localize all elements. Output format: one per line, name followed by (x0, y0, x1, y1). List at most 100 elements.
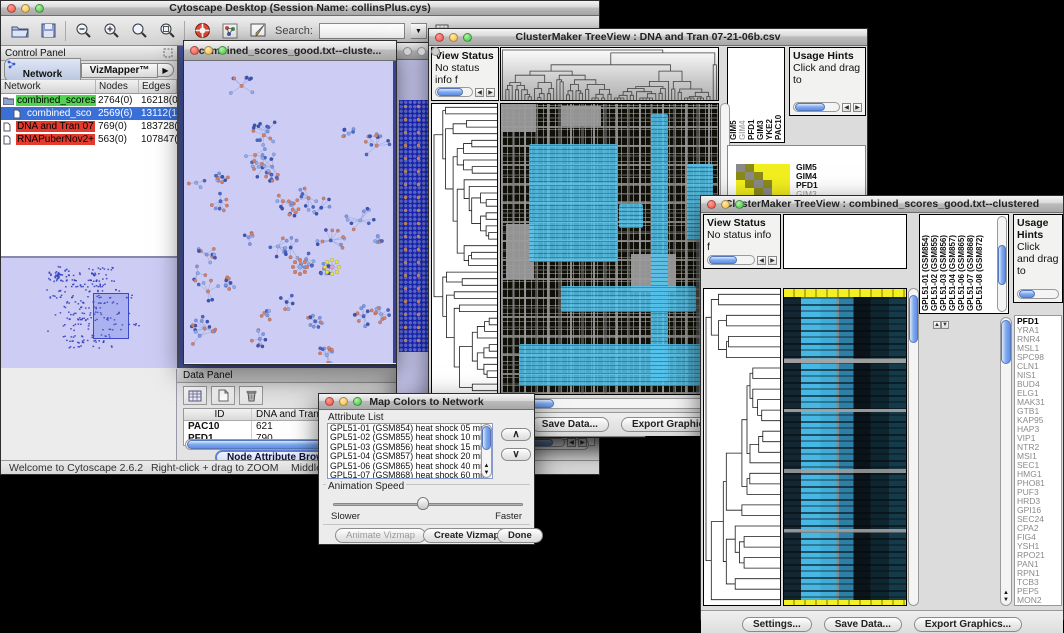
gene-label[interactable]: HRD3 (1017, 497, 1059, 506)
annotation-button[interactable] (247, 21, 269, 41)
main-title-bar[interactable]: Cytoscape Desktop (Session Name: collins… (1, 1, 599, 16)
view-status-scrollbar[interactable] (707, 255, 755, 265)
float-panel-icon[interactable] (163, 48, 173, 58)
zoom-window-icon[interactable] (735, 200, 744, 209)
network-graph[interactable] (184, 61, 394, 363)
scroll-arrows[interactable]: ▲▼ (1001, 590, 1011, 604)
more-tabs-button[interactable]: ▶ (158, 63, 174, 77)
zoom-window-icon[interactable] (35, 4, 44, 13)
done-button[interactable]: Done (497, 528, 543, 543)
tv2-heatmap-vscrollbar[interactable] (908, 288, 919, 606)
save-data-button[interactable]: Save Data... (531, 417, 609, 432)
search-dropdown-button[interactable]: ▼ (411, 23, 427, 39)
gene-label[interactable]: PUF3 (1017, 488, 1059, 497)
usage-hints-scrollbar[interactable] (1017, 289, 1059, 299)
window-controls[interactable] (190, 46, 227, 55)
network-name[interactable]: RNAPuberNov2+ (16, 134, 95, 145)
slider-thumb[interactable] (417, 497, 429, 510)
window-controls[interactable] (435, 33, 472, 42)
column-label[interactable]: PAC10 (774, 50, 783, 140)
column-label[interactable]: GPL51-08 (GSM872) (975, 217, 984, 311)
view-status-scrollbar[interactable] (435, 87, 473, 97)
minimize-icon[interactable] (449, 33, 458, 42)
usage-hints-scrollbar[interactable] (793, 102, 840, 112)
tv1-heatmap[interactable] (500, 103, 719, 395)
gene-label[interactable]: MAK31 (1017, 398, 1059, 407)
window-controls[interactable] (7, 4, 44, 13)
delete-attribute-button[interactable] (239, 386, 263, 405)
gene-label[interactable]: BUD4 (1017, 380, 1059, 389)
attribute-list-scrollbar[interactable]: ▲▼ (481, 424, 492, 478)
scroll-arrows[interactable]: ▲▼ (482, 463, 491, 477)
tv2-row-dendrogram[interactable] (703, 288, 781, 606)
scroll-left-icon[interactable]: ◀ (567, 438, 576, 447)
zoom-window-icon[interactable] (431, 47, 440, 56)
open-session-button[interactable] (9, 21, 31, 41)
scroll-left-icon[interactable]: ◀ (757, 256, 766, 265)
zoom-in-button[interactable] (100, 21, 122, 41)
tv2-heatmap[interactable] (783, 288, 907, 606)
network-table-row[interactable]: DNA and Tran 07769(0)183728(0) (1, 120, 177, 133)
network-name[interactable]: DNA and Tran 07 (16, 121, 95, 132)
settings-button[interactable]: Settings... (742, 617, 812, 632)
gene-label[interactable]: YSH1 (1017, 542, 1059, 551)
gene-label[interactable]: PFD1 (1017, 317, 1059, 326)
column-label[interactable]: GIM4 (738, 50, 747, 140)
column-label[interactable]: GIM3 (756, 50, 765, 140)
zoom-out-button[interactable] (72, 21, 94, 41)
network-table-row[interactable]: RNAPuberNov2+563(0)107847(0) (1, 133, 177, 146)
close-icon[interactable] (190, 46, 199, 55)
gene-label[interactable]: HMG1 (1017, 470, 1059, 479)
gene-label[interactable]: TCB3 (1017, 578, 1059, 587)
zoom-window-icon[interactable] (353, 397, 362, 406)
tab-vizmapper[interactable]: VizMapper™ (81, 63, 158, 78)
gene-label[interactable]: SEC1 (1017, 461, 1059, 470)
gene-label[interactable]: CLN1 (1017, 362, 1059, 371)
gene-label[interactable]: NTR2 (1017, 443, 1059, 452)
column-label[interactable]: GPL51-04 (GSM857) (948, 217, 957, 311)
network-name[interactable]: combined_sco (26, 108, 92, 119)
column-label[interactable]: GPL51-06 (GSM865) (957, 217, 966, 311)
tv1-column-dendrogram[interactable] (500, 47, 719, 101)
window-controls[interactable] (325, 397, 362, 406)
tab-network[interactable]: Network (4, 58, 81, 82)
tv2-title-bar[interactable]: ClusterMaker TreeView : combined_scores_… (701, 196, 1063, 213)
network-canvas[interactable] (184, 61, 396, 363)
scroll-right-icon[interactable]: ▶ (486, 88, 495, 97)
column-label[interactable]: GPL51-02 (GSM855) (930, 217, 939, 311)
gene-label[interactable]: GPI16 (1017, 506, 1059, 515)
save-data-button[interactable]: Save Data... (824, 617, 902, 632)
gene-label[interactable]: KAP95 (1017, 416, 1059, 425)
tv2-gene-list[interactable]: PFD1YRA1RNR4MSL1SPC98CLN1NIS1BUD4ELG1MAK… (1014, 315, 1062, 606)
tv2-column-dendrogram[interactable] (783, 214, 907, 269)
gene-label[interactable]: VIP1 (1017, 434, 1059, 443)
gene-label[interactable]: SEC24 (1017, 515, 1059, 524)
gene-label[interactable]: PFD1 (796, 181, 858, 190)
column-label[interactable]: GPL51-03 (GSM856) (939, 217, 948, 311)
column-label[interactable]: GIM5 (729, 50, 738, 140)
new-attribute-button[interactable] (211, 386, 235, 405)
column-label[interactable]: GPL51-01 (GSM854) (921, 217, 930, 311)
attribute-list[interactable]: GPL51-01 (GSM854) heat shock 05 minGPL51… (327, 423, 493, 479)
gene-label[interactable]: SPC98 (1017, 353, 1059, 362)
overview-viewport-rect[interactable] (93, 293, 129, 339)
tv2-gene-list-scrollbar[interactable]: ▲▼ (1000, 317, 1012, 606)
data-panel-hscrollbar-right[interactable]: ◀ ▶ (529, 438, 587, 447)
tv2-label-scroll-arrows[interactable]: ▲▼ (933, 317, 942, 329)
dialog-title-bar[interactable]: Map Colors to Network (319, 394, 534, 410)
network-table-header[interactable]: Network Nodes Edges (1, 80, 177, 94)
gene-label[interactable]: PAN1 (1017, 560, 1059, 569)
move-attribute-down-button[interactable]: ∨ (501, 448, 531, 461)
gene-label[interactable]: MSL1 (1017, 344, 1059, 353)
scroll-right-icon[interactable]: ▶ (853, 103, 862, 112)
gene-label[interactable]: RPO21 (1017, 551, 1059, 560)
window-controls[interactable] (403, 47, 440, 56)
gene-label[interactable]: RNR4 (1017, 335, 1059, 344)
tv2-column-labels[interactable]: GPL51-01 (GSM854)GPL51-02 (GSM855)GPL51-… (919, 214, 1009, 314)
gene-label[interactable]: NIS1 (1017, 371, 1059, 380)
gene-label[interactable]: HAP3 (1017, 425, 1059, 434)
gene-label[interactable]: MSI1 (1017, 452, 1059, 461)
minimize-icon[interactable] (721, 200, 730, 209)
minimize-icon[interactable] (21, 4, 30, 13)
gene-label[interactable]: ELG1 (1017, 389, 1059, 398)
